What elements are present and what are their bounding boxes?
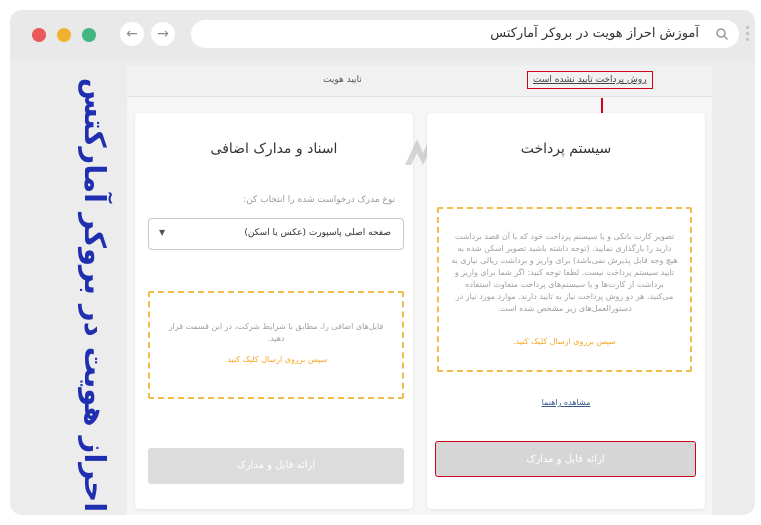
browser-titlebar: ← → آموزش احراز هویت در بروکر آمارکتس bbox=[10, 10, 755, 58]
view-guide-link[interactable]: مشاهده راهنما bbox=[427, 398, 705, 407]
document-type-prompt: نوع مدرک درخواست شده را انتخاب کن: bbox=[243, 195, 395, 205]
document-type-selected: صفحه اصلی پاسپورت (عکس یا اسکن) bbox=[244, 228, 391, 238]
side-banner: احراز هویت در بروکر آمارکتس bbox=[60, 78, 130, 512]
browser-window: ← → آموزش احراز هویت در بروکر آمارکتس اح… bbox=[10, 10, 755, 515]
payment-system-title: سیستم پرداخت bbox=[520, 141, 612, 157]
submit-payment-documents-button[interactable]: ارائه فایل و مدارک bbox=[435, 441, 696, 477]
dropzone-instructions: فایل‌های اضافی را، مطابق با شرایط شرکت، … bbox=[168, 322, 384, 343]
browser-menu-icon[interactable] bbox=[746, 26, 750, 44]
step-payment-method[interactable]: روش پرداخت تایید نشده است bbox=[527, 71, 653, 89]
step-verify-identity[interactable]: تایید هویت bbox=[323, 75, 362, 85]
search-icon bbox=[716, 28, 729, 41]
additional-files-dropzone[interactable]: فایل‌های اضافی را، مطابق با شرایط شرکت، … bbox=[148, 291, 404, 399]
additional-documents-title: اسناد و مدارک اضافی bbox=[210, 141, 338, 157]
steps-bar: تایید هویت روش پرداخت تایید نشده است bbox=[127, 65, 712, 97]
back-arrow-icon[interactable]: ← bbox=[120, 22, 144, 46]
submit-documents-button[interactable]: ارائه فایل و مدارک bbox=[148, 448, 404, 484]
payment-system-card: سیستم پرداخت تصویر کارت بانکی و یا سیستم… bbox=[427, 113, 705, 509]
dropzone-send-hint: سپس برروی ارسال کلیک کنید. bbox=[224, 355, 328, 364]
forward-arrow-icon[interactable]: → bbox=[151, 22, 175, 46]
minimize-window-button[interactable] bbox=[57, 28, 71, 42]
additional-documents-card: اسناد و مدارک اضافی نوع مدرک درخواست شده… bbox=[135, 113, 413, 509]
address-bar[interactable]: آموزش احراز هویت در بروکر آمارکتس bbox=[191, 20, 739, 48]
caret-down-icon: ▼ bbox=[159, 228, 166, 237]
dropzone-send-hint: سپس برروی ارسال کلیک کنید. bbox=[513, 337, 616, 346]
page-content: تایید هویت روش پرداخت تایید نشده است اسن… bbox=[127, 65, 712, 515]
document-type-select[interactable]: صفحه اصلی پاسپورت (عکس یا اسکن) ▼ bbox=[148, 218, 404, 250]
side-title: احراز هویت در بروکر آمارکتس bbox=[78, 77, 112, 513]
payment-proof-dropzone[interactable]: تصویر کارت بانکی و یا سیستم پرداخت خود ک… bbox=[437, 207, 692, 372]
maximize-window-button[interactable] bbox=[82, 28, 96, 42]
close-window-button[interactable] bbox=[32, 28, 46, 42]
address-text: آموزش احراز هویت در بروکر آمارکتس bbox=[490, 26, 699, 41]
dropzone-instructions: تصویر کارت بانکی و یا سیستم پرداخت خود ک… bbox=[451, 232, 678, 313]
